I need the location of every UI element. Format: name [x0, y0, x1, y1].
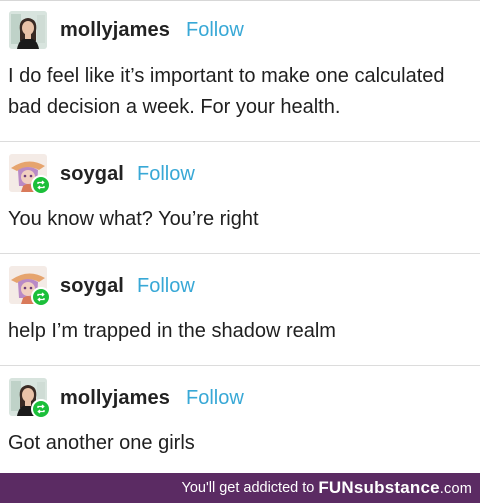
post-body: I do feel like it’s important to make on… — [8, 65, 445, 118]
footer-tagline: You'll get addicted to — [181, 480, 315, 496]
follow-button[interactable]: Follow — [137, 275, 195, 298]
soygal-avatar[interactable] — [9, 266, 51, 307]
reblog-icon — [37, 292, 45, 302]
site-logo[interactable]: FUNsubstance.com — [318, 478, 472, 498]
post-3: soygal Follow help I’m trapped in the sh… — [0, 254, 480, 364]
mollyjames-avatar-icon — [9, 11, 47, 49]
post-username[interactable]: soygal — [60, 275, 124, 298]
soygal-avatar[interactable] — [9, 154, 51, 195]
post-body: help I’m trapped in the shadow realm — [8, 320, 336, 342]
mollyjames-avatar[interactable] — [9, 378, 51, 419]
post-body: Got another one girls — [8, 432, 195, 454]
post-4: mollyjames Follow Got another one girls — [0, 366, 480, 472]
post-username[interactable]: mollyjames — [60, 387, 170, 410]
watermark-footer: You'll get addicted to FUNsubstance.com — [0, 473, 480, 503]
reblog-badge — [31, 175, 51, 195]
follow-button[interactable]: Follow — [137, 163, 195, 186]
post-username[interactable]: soygal — [60, 163, 124, 186]
reblog-icon — [37, 180, 45, 190]
reblog-badge — [31, 399, 51, 419]
post-username[interactable]: mollyjames — [60, 19, 170, 42]
reblog-icon — [37, 404, 45, 414]
brand-substance: substance — [353, 478, 440, 497]
brand-tld: .com — [439, 481, 472, 497]
post-body: You know what? You’re right — [8, 208, 259, 230]
reblog-badge — [31, 287, 51, 307]
mollyjames-avatar[interactable] — [9, 11, 47, 49]
brand-fun: FUN — [318, 478, 354, 497]
follow-button[interactable]: Follow — [186, 19, 244, 42]
post-2: soygal Follow You know what? You’re righ… — [0, 142, 480, 252]
follow-button[interactable]: Follow — [186, 387, 244, 410]
post-1: mollyjames Follow I do feel like it’s im… — [0, 0, 480, 140]
